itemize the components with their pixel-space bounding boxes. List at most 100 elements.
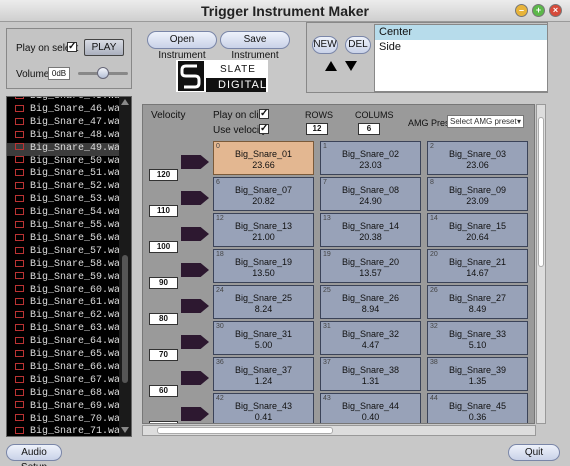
- sample-pad[interactable]: 26 Big_Snare_27 8.49: [427, 285, 528, 319]
- file-list-item[interactable]: Big_Snare_65.wav: [7, 349, 126, 362]
- sample-pad-partial[interactable]: [534, 285, 535, 319]
- file-list-item[interactable]: Big_Snare_63.wav: [7, 323, 126, 336]
- open-instrument-button[interactable]: Open Instrument: [147, 31, 217, 61]
- sample-pad-partial[interactable]: [534, 393, 535, 424]
- grid-scroll-thumb[interactable]: [538, 117, 544, 267]
- velocity-value-box[interactable]: 80: [149, 313, 178, 325]
- file-list-item[interactable]: Big_Snare_46.wav: [7, 104, 126, 117]
- new-preset-button[interactable]: NEW: [312, 36, 338, 54]
- sample-file-list[interactable]: Big_Snare_45.wav Big_Snare_46.wav Big_Snar…: [6, 96, 132, 437]
- velocity-value-box[interactable]: 70: [149, 349, 178, 361]
- play-on-select-checkbox[interactable]: ✓: [67, 42, 77, 52]
- sample-pad[interactable]: 20 Big_Snare_21 14.67: [427, 249, 528, 283]
- sample-pad[interactable]: 36 Big_Snare_37 1.24: [213, 357, 314, 391]
- minimize-button[interactable]: –: [515, 4, 528, 17]
- velocity-value-box[interactable]: 90: [149, 277, 178, 289]
- audio-setup-button[interactable]: Audio Setup: [6, 444, 62, 466]
- sample-pad[interactable]: 14 Big_Snare_15 20.64: [427, 213, 528, 247]
- sample-pad-partial[interactable]: [534, 177, 535, 211]
- sample-pad[interactable]: 30 Big_Snare_31 5.00: [213, 321, 314, 355]
- file-list-item[interactable]: Big_Snare_45.wav: [7, 97, 126, 104]
- velocity-value-box[interactable]: 60: [149, 385, 178, 397]
- file-list-item[interactable]: Big_Snare_55.wav: [7, 220, 126, 233]
- velocity-arrow-icon: [181, 191, 209, 205]
- preset-list[interactable]: Center Side: [374, 24, 548, 92]
- move-up-arrow-icon[interactable]: [325, 61, 337, 71]
- sample-pad-partial[interactable]: [534, 141, 535, 175]
- preset-item-center[interactable]: Center: [375, 25, 547, 40]
- preset-item-side[interactable]: Side: [375, 40, 547, 55]
- file-list-item[interactable]: Big_Snare_67.wav: [7, 375, 126, 388]
- sample-pad[interactable]: 19 Big_Snare_20 13.57: [320, 249, 421, 283]
- sample-pad[interactable]: 37 Big_Snare_38 1.31: [320, 357, 421, 391]
- file-list-scroll-thumb[interactable]: [122, 255, 128, 383]
- sample-pad[interactable]: 12 Big_Snare_13 21.00: [213, 213, 314, 247]
- move-down-arrow-icon[interactable]: [345, 61, 357, 71]
- file-list-item[interactable]: Big_Snare_54.wav: [7, 207, 126, 220]
- sample-pad-partial[interactable]: [534, 249, 535, 283]
- sample-pad-partial[interactable]: [534, 213, 535, 247]
- sample-pad[interactable]: 0 Big_Snare_01 23.66: [213, 141, 314, 175]
- colums-value[interactable]: 6: [358, 123, 380, 135]
- file-list-item[interactable]: Big_Snare_51.wav: [7, 168, 126, 181]
- file-list-item[interactable]: Big_Snare_50.wav: [7, 156, 126, 169]
- file-list-item[interactable]: Big_Snare_71.wav: [7, 426, 126, 436]
- grid-hscroll-thumb[interactable]: [157, 427, 333, 434]
- velocity-value-box[interactable]: 50: [149, 421, 178, 423]
- file-list-item[interactable]: Big_Snare_58.wav: [7, 259, 126, 272]
- rows-value[interactable]: 12: [306, 123, 328, 135]
- velocity-value-box[interactable]: 100: [149, 241, 178, 253]
- sample-pad[interactable]: 13 Big_Snare_14 20.38: [320, 213, 421, 247]
- file-list-scroll-up-arrow[interactable]: [121, 99, 129, 105]
- sample-pad[interactable]: 2 Big_Snare_03 23.06: [427, 141, 528, 175]
- sample-pad[interactable]: 1 Big_Snare_02 23.03: [320, 141, 421, 175]
- save-instrument-button[interactable]: Save Instrument: [220, 31, 290, 61]
- pad-value: 13.57: [359, 268, 382, 278]
- delete-preset-button[interactable]: DEL: [345, 36, 371, 54]
- amg-preset-select[interactable]: Select AMG preset ▾: [447, 115, 524, 128]
- sample-pad[interactable]: 24 Big_Snare_25 8.24: [213, 285, 314, 319]
- volume-slider-thumb[interactable]: [97, 67, 109, 79]
- file-list-item[interactable]: Big_Snare_47.wav: [7, 117, 126, 130]
- sample-pad[interactable]: 44 Big_Snare_45 0.36: [427, 393, 528, 423]
- sample-pad-partial[interactable]: [534, 357, 535, 391]
- file-list-scroll-down-arrow[interactable]: [121, 427, 129, 433]
- sample-pad[interactable]: 25 Big_Snare_26 8.94: [320, 285, 421, 319]
- sample-pad[interactable]: 6 Big_Snare_07 20.82: [213, 177, 314, 211]
- file-list-item[interactable]: Big_Snare_52.wav: [7, 181, 126, 194]
- sample-pad[interactable]: 43 Big_Snare_44 0.40: [320, 393, 421, 423]
- sample-pad[interactable]: 32 Big_Snare_33 5.10: [427, 321, 528, 355]
- file-list-item[interactable]: Big_Snare_56.wav: [7, 233, 126, 246]
- grid-vertical-scrollbar[interactable]: [536, 104, 546, 424]
- file-list-item[interactable]: Big_Snare_59.wav: [7, 272, 126, 285]
- file-list-item[interactable]: Big_Snare_69.wav: [7, 401, 126, 414]
- sample-pad[interactable]: 18 Big_Snare_19 13.50: [213, 249, 314, 283]
- file-list-scrollbar[interactable]: [119, 97, 131, 436]
- file-list-item[interactable]: Big_Snare_61.wav: [7, 297, 126, 310]
- sample-pad[interactable]: 8 Big_Snare_09 23.09: [427, 177, 528, 211]
- sample-pad[interactable]: 42 Big_Snare_43 0.41: [213, 393, 314, 423]
- file-list-item[interactable]: Big_Snare_68.wav: [7, 388, 126, 401]
- sample-pad[interactable]: 38 Big_Snare_39 1.35: [427, 357, 528, 391]
- sample-pad[interactable]: 31 Big_Snare_32 4.47: [320, 321, 421, 355]
- file-list-item[interactable]: Big_Snare_60.wav: [7, 285, 126, 298]
- velocity-value-box[interactable]: 110: [149, 205, 178, 217]
- maximize-button[interactable]: +: [532, 4, 545, 17]
- play-button[interactable]: PLAY: [84, 39, 124, 56]
- close-button[interactable]: ×: [549, 4, 562, 17]
- grid-horizontal-scrollbar[interactable]: [142, 425, 536, 436]
- sample-pad[interactable]: 7 Big_Snare_08 24.90: [320, 177, 421, 211]
- file-list-item[interactable]: Big_Snare_70.wav: [7, 414, 126, 427]
- quit-button[interactable]: Quit: [508, 444, 560, 461]
- play-on-click-checkbox[interactable]: ✓: [259, 109, 269, 119]
- file-list-item[interactable]: Big_Snare_49.wav: [7, 142, 126, 156]
- file-list-item[interactable]: Big_Snare_66.wav: [7, 362, 126, 375]
- use-velocity-checkbox[interactable]: ✓: [259, 124, 269, 134]
- sample-pad-partial[interactable]: [534, 321, 535, 355]
- file-list-item[interactable]: Big_Snare_62.wav: [7, 310, 126, 323]
- file-list-item[interactable]: Big_Snare_53.wav: [7, 194, 126, 207]
- file-list-item[interactable]: Big_Snare_64.wav: [7, 336, 126, 349]
- file-list-item[interactable]: Big_Snare_48.wav: [7, 130, 126, 143]
- file-list-item[interactable]: Big_Snare_57.wav: [7, 246, 126, 259]
- velocity-value-box[interactable]: 120: [149, 169, 178, 181]
